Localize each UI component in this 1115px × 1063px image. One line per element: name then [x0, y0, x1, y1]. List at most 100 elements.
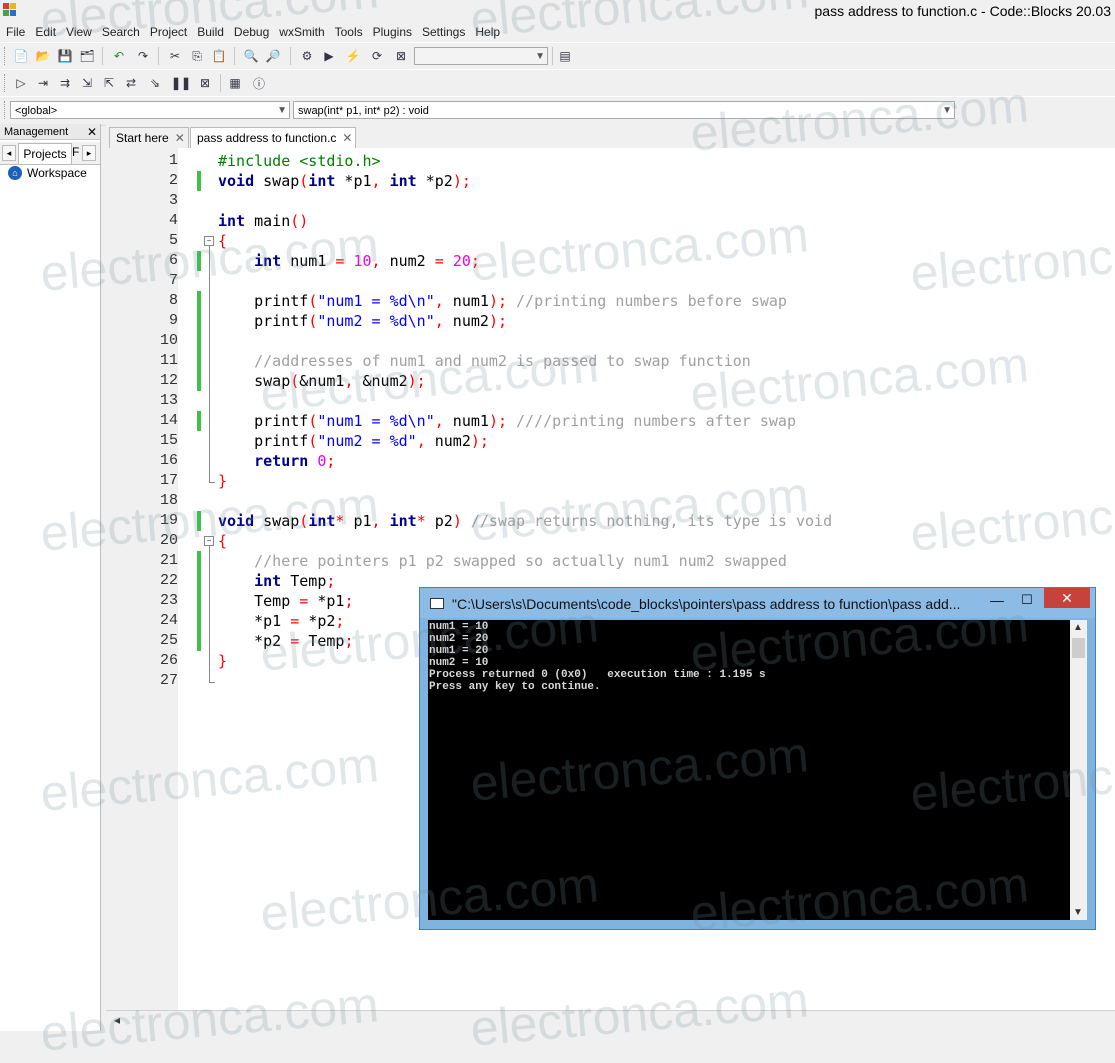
code-ident: printf: [254, 292, 309, 310]
code-keyword: int: [389, 512, 417, 530]
menu-plugins[interactable]: Plugins: [367, 25, 416, 39]
toolbar-grip[interactable]: [4, 47, 8, 65]
line-number: 8: [168, 292, 178, 309]
maximize-icon[interactable]: ☐: [1016, 592, 1038, 610]
toolbar-grip[interactable]: [4, 101, 8, 119]
step-out-icon[interactable]: ⇱: [100, 74, 118, 92]
menu-debug[interactable]: Debug: [228, 25, 273, 39]
workspace-tree-item[interactable]: ⌂ Workspace: [8, 166, 87, 180]
copy-icon[interactable]: ⎘: [188, 47, 206, 65]
code-ident: *p2: [254, 632, 282, 650]
line-number: 18: [159, 492, 178, 509]
code-completion-toolbar: <global> ▼ swap(int* p1, int* p2) : void…: [0, 96, 1115, 126]
scope-select[interactable]: <global> ▼: [10, 101, 290, 119]
line-number: 22: [159, 572, 178, 589]
tab-scroll-left-icon[interactable]: ◂: [2, 145, 16, 161]
line-number: 20: [159, 532, 178, 549]
pause-icon[interactable]: ❚❚: [171, 74, 191, 92]
tab-label: Start here: [116, 131, 169, 145]
close-icon[interactable]: ✕: [1044, 588, 1090, 608]
code-keyword: int: [308, 512, 336, 530]
codeblocks-logo-icon: [3, 3, 16, 16]
tab-files-partial[interactable]: F: [72, 145, 82, 161]
menu-search[interactable]: Search: [96, 25, 144, 39]
chevron-down-icon: ▼: [535, 51, 545, 62]
debug-windows-icon[interactable]: ▦: [226, 74, 244, 92]
code-line-6: int num1 = 10, num2 = 20;: [254, 252, 480, 270]
toolbar-separator: [220, 74, 221, 92]
step-into-icon[interactable]: ⇲: [78, 74, 96, 92]
scroll-thumb[interactable]: [1072, 638, 1085, 658]
close-icon[interactable]: ✕: [87, 124, 97, 140]
debugger-toolbar: ▷ ⇥ ⇉ ⇲ ⇱ ⇄ ⇘ ❚❚ ⊠ ▦ ⓘ: [0, 69, 1115, 97]
editor-horizontal-scrollbar[interactable]: ◂: [106, 1010, 1115, 1032]
save-icon[interactable]: 💾: [56, 47, 74, 65]
console-line: num2 = 20: [429, 633, 489, 645]
menu-build[interactable]: Build: [191, 25, 228, 39]
toolbar-grip[interactable]: [4, 74, 8, 92]
cut-icon[interactable]: ✂: [166, 47, 184, 65]
next-instruction-icon[interactable]: ⇄: [122, 74, 140, 92]
fold-toggle-icon[interactable]: −: [204, 536, 214, 546]
line-number: 13: [159, 392, 178, 409]
various-info-icon[interactable]: ⓘ: [250, 74, 268, 92]
new-file-icon[interactable]: 📄: [12, 47, 30, 65]
scroll-up-icon[interactable]: ▲: [1073, 622, 1083, 633]
open-folder-icon[interactable]: 📂: [34, 47, 52, 65]
build-and-run-icon[interactable]: ⚡: [344, 47, 362, 65]
code-line-19: void swap(int* p1, int* p2) //swap retur…: [218, 512, 833, 530]
code-ident: Temp: [254, 592, 291, 610]
menu-settings[interactable]: Settings: [416, 25, 469, 39]
minimize-icon[interactable]: —: [986, 592, 1008, 610]
code-line-16: return 0;: [254, 452, 336, 470]
fold-toggle-icon[interactable]: −: [204, 236, 214, 246]
debug-start-icon[interactable]: ▷: [12, 74, 30, 92]
menu-view[interactable]: View: [60, 25, 96, 39]
menu-tools[interactable]: Tools: [329, 25, 367, 39]
code-line-8: printf("num1 = %d\n", num1); //printing …: [254, 292, 787, 310]
scroll-down-icon[interactable]: ▼: [1073, 907, 1083, 918]
tab-projects[interactable]: Projects: [18, 143, 72, 164]
paste-icon[interactable]: 📋: [210, 47, 228, 65]
tab-scroll-right-icon[interactable]: ▸: [82, 145, 96, 161]
line-number: 16: [159, 452, 178, 469]
code-line-26: }: [218, 652, 228, 670]
menu-edit[interactable]: Edit: [29, 25, 60, 39]
tab-start-here[interactable]: Start here ✕: [109, 127, 189, 148]
replace-icon[interactable]: 🔎: [264, 47, 282, 65]
scroll-left-icon[interactable]: ◂: [114, 1013, 120, 1027]
next-line-icon[interactable]: ⇉: [56, 74, 74, 92]
menu-wxsmith[interactable]: wxSmith: [273, 25, 328, 39]
save-all-icon[interactable]: 🗂: [78, 47, 96, 65]
menu-help[interactable]: Help: [469, 25, 504, 39]
code-number: 20: [452, 252, 471, 270]
menu-project[interactable]: Project: [144, 25, 191, 39]
run-to-cursor-icon[interactable]: ⇥: [34, 74, 52, 92]
stop-debug-icon[interactable]: ⊠: [196, 74, 214, 92]
build-target-select[interactable]: ▼: [414, 47, 548, 65]
close-icon[interactable]: ✕: [342, 131, 352, 145]
tab-active-file[interactable]: pass address to function.c ✕: [190, 127, 356, 149]
function-select[interactable]: swap(int* p1, int* p2) : void ▼: [293, 101, 955, 119]
console-title-bar[interactable]: "C:\Users\s\Documents\code_blocks\pointe…: [420, 588, 1095, 618]
console-output[interactable]: num1 = 10 num2 = 20 num1 = 20 num2 = 10 …: [428, 620, 1070, 920]
code-completion-icon[interactable]: ▤: [556, 47, 574, 65]
window-title: pass address to function.c - Code::Block…: [814, 3, 1112, 19]
rebuild-icon[interactable]: ⟳: [368, 47, 386, 65]
run-icon[interactable]: ▶: [320, 47, 338, 65]
code-keyword: int: [254, 572, 282, 590]
chevron-down-icon: ▼: [942, 105, 952, 116]
tab-label: pass address to function.c: [197, 131, 337, 145]
console-vertical-scrollbar[interactable]: ▲ ▼: [1070, 620, 1087, 920]
find-icon[interactable]: 🔍: [242, 47, 260, 65]
redo-icon[interactable]: ↷: [134, 47, 152, 65]
undo-icon[interactable]: ↶: [110, 47, 128, 65]
code-include: #include <stdio.h>: [218, 152, 381, 170]
abort-icon[interactable]: ⊠: [392, 47, 410, 65]
close-icon[interactable]: ✕: [175, 131, 185, 145]
step-into-instruction-icon[interactable]: ⇘: [146, 74, 164, 92]
code-keyword: int: [218, 212, 246, 230]
menu-file[interactable]: File: [0, 25, 29, 39]
console-window[interactable]: "C:\Users\s\Documents\code_blocks\pointe…: [419, 587, 1096, 930]
build-gear-icon[interactable]: ⚙: [298, 47, 316, 65]
